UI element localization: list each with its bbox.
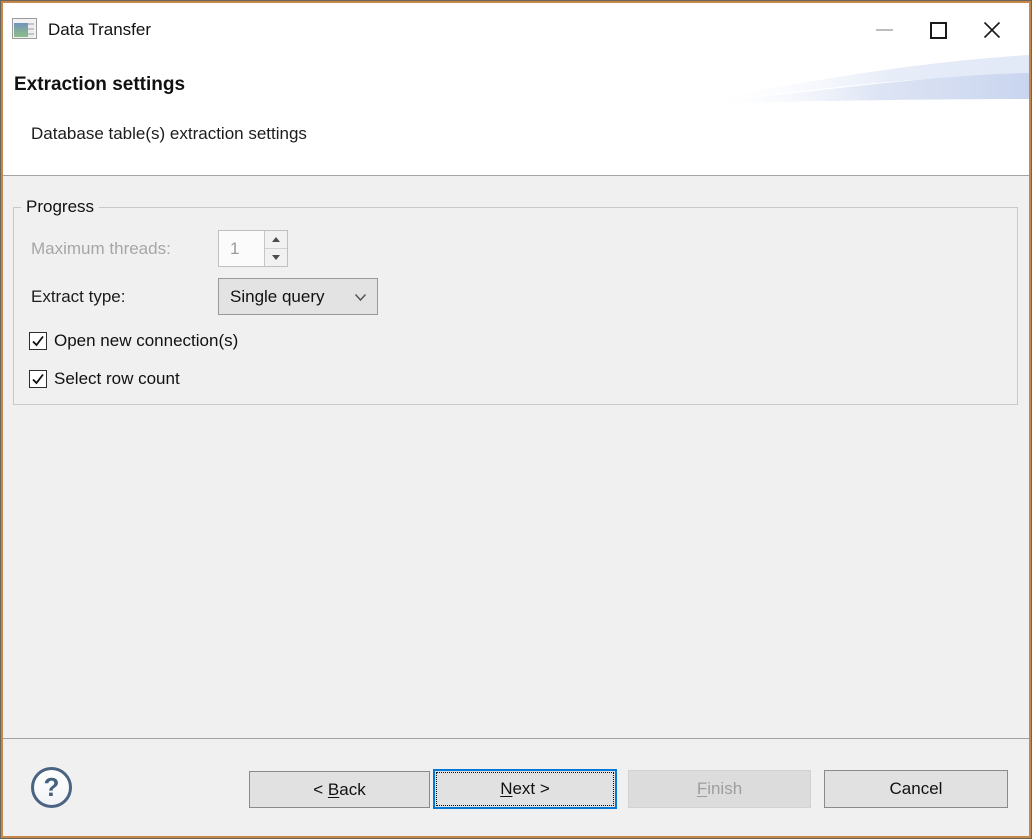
check-icon xyxy=(31,372,45,386)
titlebar[interactable]: Data Transfer xyxy=(3,3,1029,57)
close-icon xyxy=(982,20,1002,40)
page-title: Extraction settings xyxy=(14,74,185,96)
spinner-buttons xyxy=(264,231,287,266)
next-button[interactable]: Next > xyxy=(433,769,617,809)
max-threads-value: 1 xyxy=(219,231,264,266)
app-icon xyxy=(12,18,37,39)
arrow-down-icon xyxy=(272,255,280,260)
extract-type-label: Extract type: xyxy=(31,287,125,307)
next-button-label: Next > xyxy=(500,779,550,799)
question-mark-icon: ? xyxy=(44,772,60,803)
cancel-button-label: Cancel xyxy=(890,779,943,799)
progress-group-legend: Progress xyxy=(21,196,99,218)
window-controls xyxy=(857,3,1019,57)
app-icon-pane xyxy=(14,23,28,37)
window-body: Data Transfer xyxy=(3,3,1029,836)
minimize-button[interactable] xyxy=(857,3,911,57)
check-icon xyxy=(31,334,45,348)
app-icon-side xyxy=(28,23,34,37)
checkbox-box xyxy=(29,332,47,350)
arrow-up-icon xyxy=(272,237,280,242)
extract-type-dropdown[interactable]: Single query xyxy=(218,278,378,315)
finish-button: Finish xyxy=(628,770,811,808)
checkbox-select-row-count[interactable]: Select row count xyxy=(29,369,180,389)
chevron-down-icon xyxy=(354,293,367,302)
progress-group: Progress Maximum threads: 1 Extract type… xyxy=(13,207,1018,405)
finish-button-label: Finish xyxy=(697,779,742,799)
max-threads-spinner: 1 xyxy=(218,230,288,267)
spinner-down-button xyxy=(265,249,287,266)
data-transfer-window: Data Transfer xyxy=(0,0,1032,839)
footer-separator xyxy=(3,738,1029,739)
close-button[interactable] xyxy=(965,3,1019,57)
back-button[interactable]: < Back xyxy=(249,771,430,808)
checkbox-label: Open new connection(s) xyxy=(54,331,238,351)
maximize-icon xyxy=(930,22,947,39)
minimize-icon xyxy=(876,29,893,31)
checkbox-open-new-connections[interactable]: Open new connection(s) xyxy=(29,331,238,351)
window-title: Data Transfer xyxy=(48,3,151,57)
spinner-up-button xyxy=(265,231,287,249)
maximize-button[interactable] xyxy=(911,3,965,57)
max-threads-label: Maximum threads: xyxy=(31,239,171,259)
checkbox-box xyxy=(29,370,47,388)
back-button-label: < Back xyxy=(313,780,365,800)
extract-type-value: Single query xyxy=(230,287,325,307)
cancel-button[interactable]: Cancel xyxy=(824,770,1008,808)
checkbox-label: Select row count xyxy=(54,369,180,389)
help-button[interactable]: ? xyxy=(31,767,72,808)
page-subtitle: Database table(s) extraction settings xyxy=(31,124,307,144)
